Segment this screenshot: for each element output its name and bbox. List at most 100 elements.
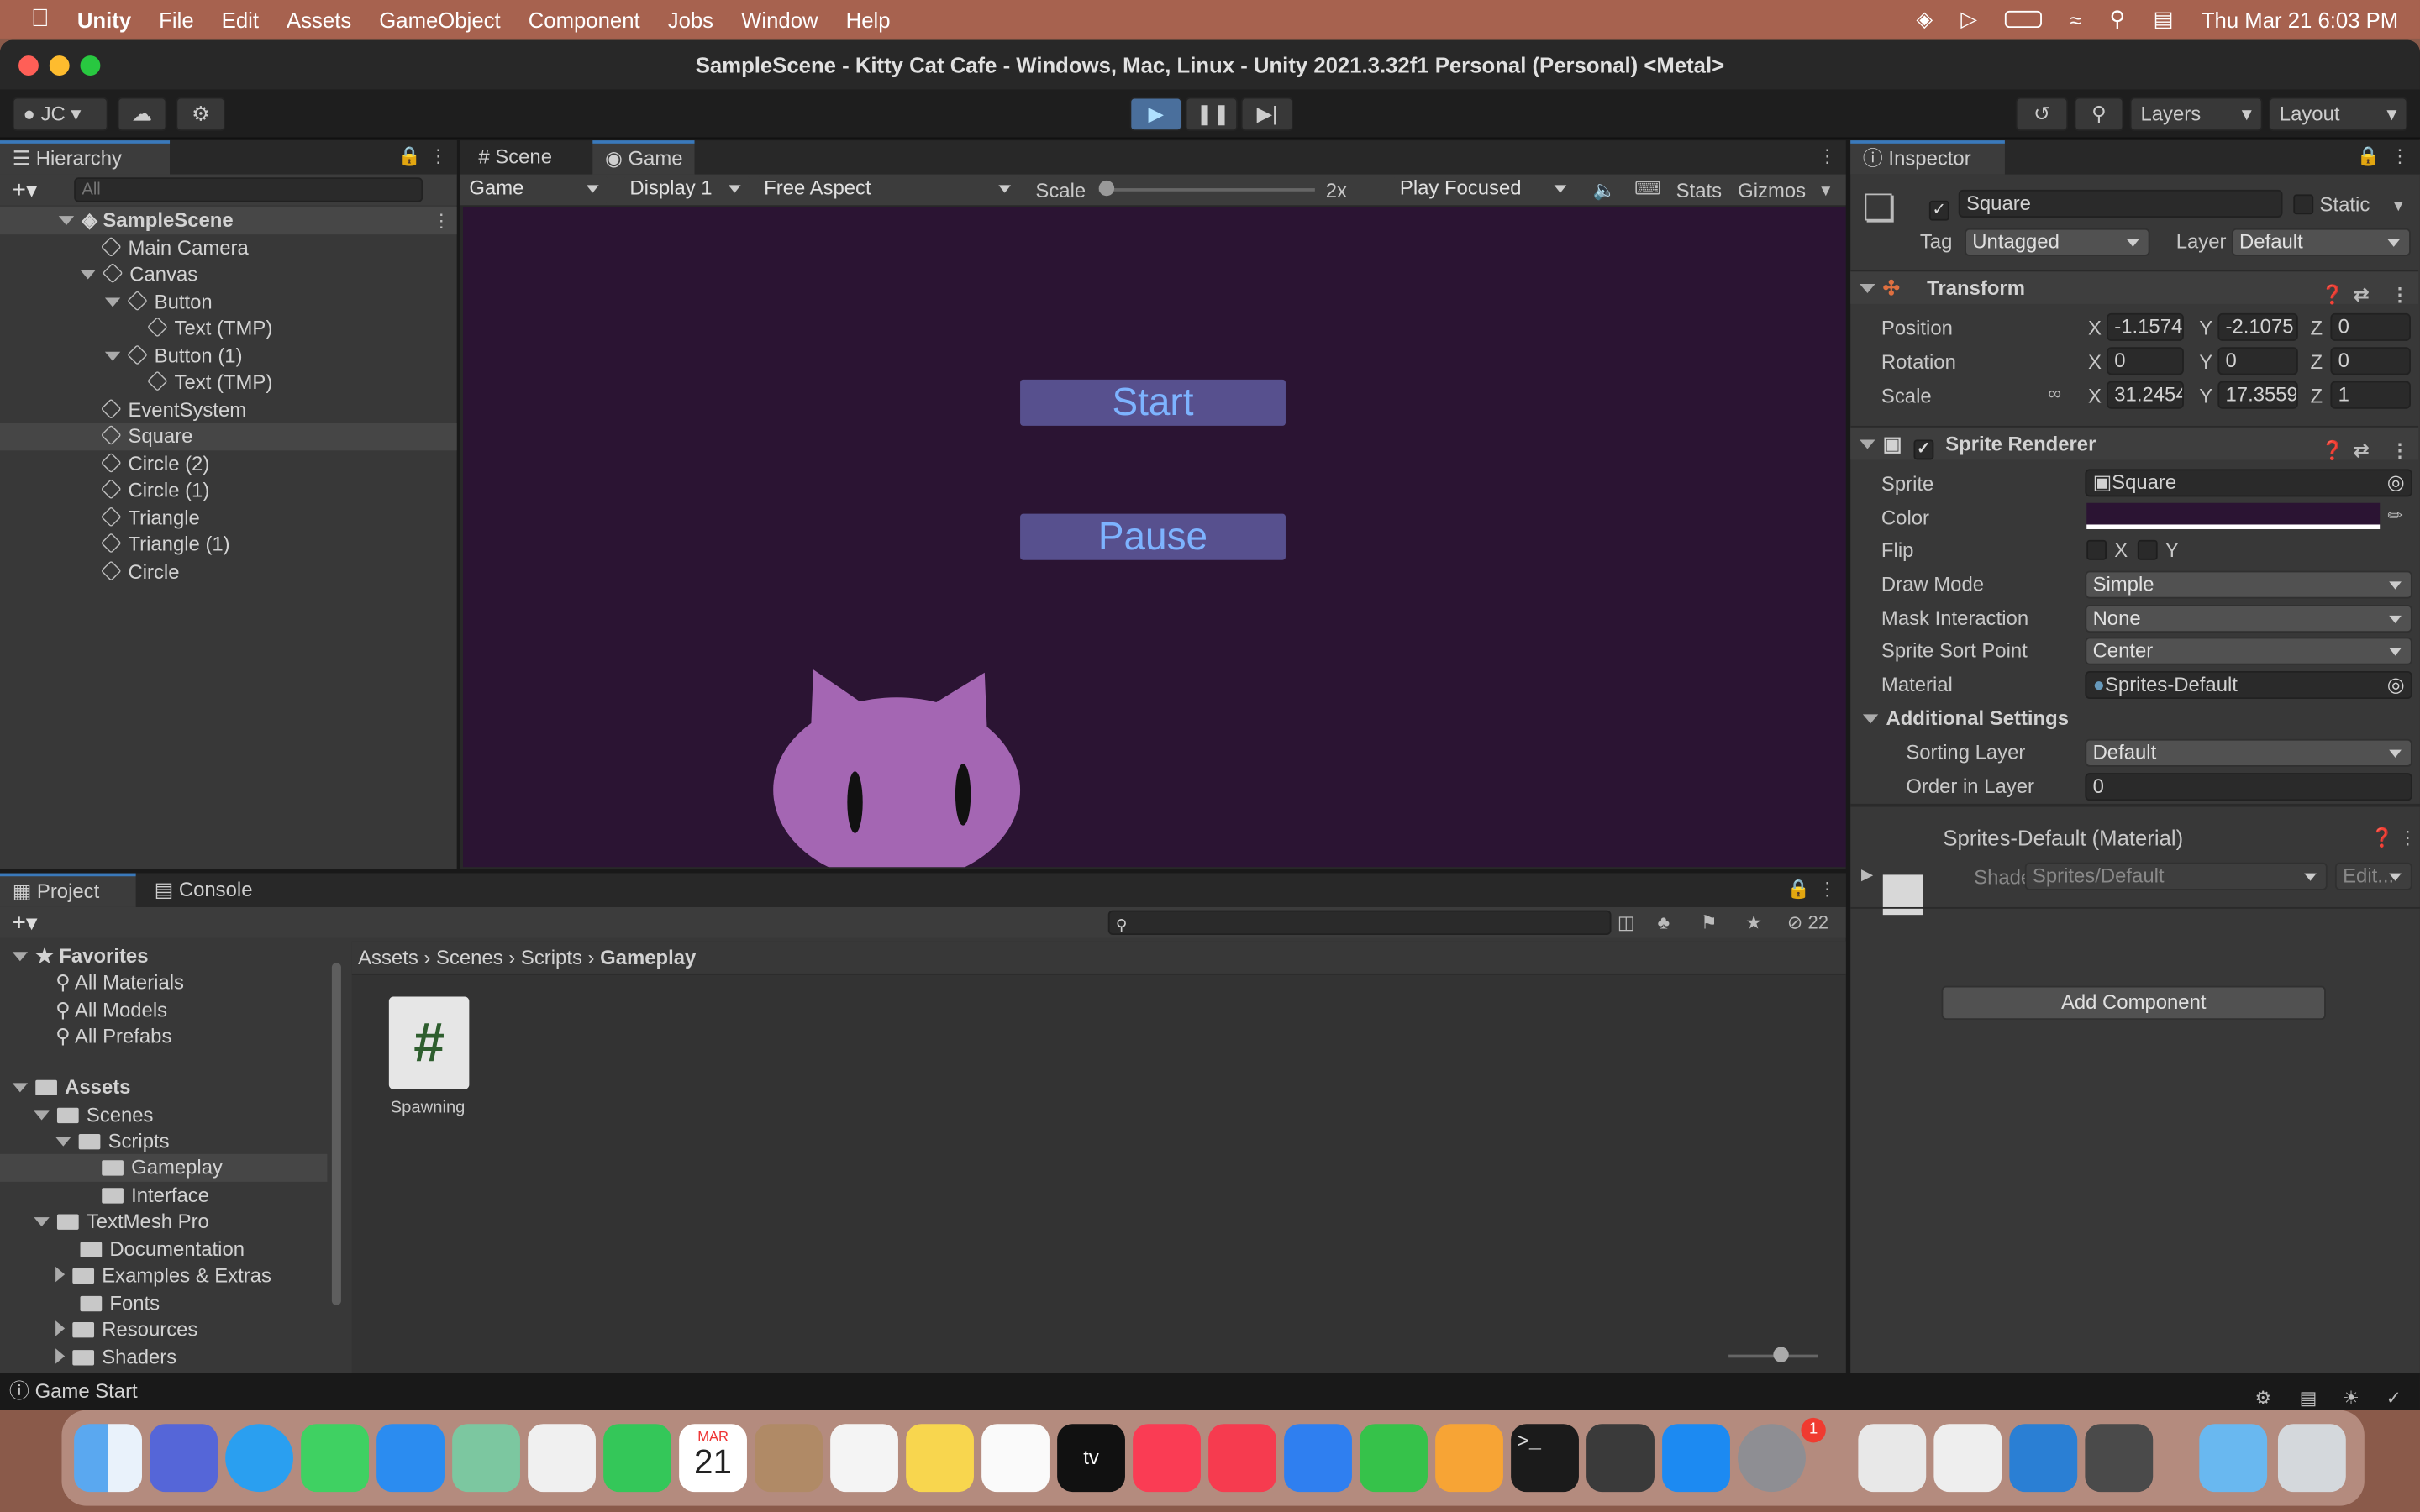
help-icon[interactable]: ❓ xyxy=(2321,433,2344,467)
color-swatch[interactable] xyxy=(2086,502,2381,529)
tab-project[interactable]: ▦ Project xyxy=(0,873,136,907)
scale-slider-thumb[interactable] xyxy=(1098,180,1115,197)
more-options-icon[interactable]: ⋮ xyxy=(2391,145,2409,167)
tree-scrollbar[interactable] xyxy=(331,963,341,1305)
sprite-field[interactable]: ▣Square ◎ xyxy=(2085,469,2412,497)
unity-hub-icon[interactable] xyxy=(1586,1424,1655,1493)
reminders-icon[interactable] xyxy=(830,1424,898,1493)
cache-server-icon[interactable]: ▤ xyxy=(2300,1379,2317,1410)
lock-icon[interactable]: 🔒 xyxy=(398,145,421,167)
component-menu-icon[interactable]: ⋮ xyxy=(2391,278,2409,312)
menu-gameobject[interactable]: GameObject xyxy=(379,7,500,31)
hierarchy-item-circle[interactable]: Circle xyxy=(100,559,179,585)
tab-hierarchy[interactable]: ☰ Hierarchy xyxy=(0,140,171,175)
expand-icon[interactable]: ▶ xyxy=(1861,867,1873,884)
cloud-icon[interactable]: ☁ xyxy=(117,97,167,132)
pause-game-button[interactable]: Pause xyxy=(1020,513,1286,560)
static-dropdown-icon[interactable]: ▾ xyxy=(2394,194,2403,216)
material-field[interactable]: ●Sprites-Default ◎ xyxy=(2085,670,2412,700)
breadcrumb-assets[interactable]: Assets xyxy=(358,946,418,969)
gizmos-chevron-icon[interactable]: ▾ xyxy=(1821,179,1830,201)
hierarchy-item-eventsystem[interactable]: EventSystem xyxy=(100,396,246,423)
constrain-proportions-icon[interactable]: ∞ xyxy=(2048,383,2061,405)
hierarchy-item-button[interactable]: Button xyxy=(104,288,213,314)
add-component-button[interactable]: Add Component xyxy=(1941,985,2326,1021)
play-button[interactable]: ▶ xyxy=(1129,97,1182,132)
gizmos-dropdown[interactable]: Gizmos xyxy=(1738,179,1806,202)
step-button[interactable]: ▶| xyxy=(1240,97,1294,132)
active-checkbox[interactable]: ✓ xyxy=(1928,193,1949,221)
system-settings-icon[interactable] xyxy=(1738,1424,1806,1493)
finder-icon[interactable] xyxy=(74,1424,142,1493)
spotlight-search-icon[interactable]: ⚲ xyxy=(2110,6,2126,32)
assets-foldout[interactable]: Assets xyxy=(12,1074,130,1100)
close-window-button[interactable] xyxy=(18,55,39,76)
shader-edit-button[interactable]: Edit... xyxy=(2334,862,2412,890)
rotation-x-field[interactable]: 0 xyxy=(2107,347,2184,375)
hierarchy-search-input[interactable] xyxy=(74,177,424,202)
order-in-layer-field[interactable]: 0 xyxy=(2085,773,2412,801)
sprite-renderer-enabled-checkbox[interactable]: ✓ xyxy=(1913,439,1934,460)
more-options-icon[interactable]: ⋮ xyxy=(1818,878,1837,900)
hierarchy-item-canvas[interactable]: Canvas xyxy=(80,260,198,286)
rotation-z-field[interactable]: 0 xyxy=(2330,347,2411,375)
wifi-icon[interactable]: ≈ xyxy=(2070,7,2081,31)
create-asset-button[interactable]: +▾ xyxy=(13,909,38,937)
game-mode-dropdown[interactable]: Game xyxy=(463,176,608,204)
hierarchy-item-square[interactable]: Square xyxy=(0,423,457,451)
expand-icon[interactable] xyxy=(104,351,121,361)
folder-interface[interactable]: Interface xyxy=(102,1182,209,1208)
play-focused-dropdown[interactable]: Play Focused xyxy=(1393,176,1576,204)
numbers-icon[interactable] xyxy=(1360,1424,1428,1493)
expand-icon[interactable] xyxy=(104,297,121,307)
calendar-icon[interactable]: MAR 21 xyxy=(679,1424,747,1493)
menu-edit[interactable]: Edit xyxy=(222,7,259,31)
contacts-icon[interactable] xyxy=(755,1424,823,1493)
component-menu-icon[interactable]: ⋮ xyxy=(2391,433,2409,467)
folder-scripts[interactable]: Scripts xyxy=(55,1128,170,1154)
scene-menu-icon[interactable]: ⋮ xyxy=(432,210,450,232)
rotation-y-field[interactable]: 0 xyxy=(2217,347,2298,375)
unity-status-icon[interactable]: ◈ xyxy=(1916,6,1933,32)
help-icon[interactable]: ❓ xyxy=(2370,827,2393,848)
menu-file[interactable]: File xyxy=(159,7,193,31)
more-options-icon[interactable]: ⋮ xyxy=(429,145,448,167)
position-z-field[interactable]: 0 xyxy=(2330,312,2411,341)
display-dropdown[interactable]: Display 1 xyxy=(623,176,750,204)
lock-icon[interactable]: 🔒 xyxy=(1787,878,1810,900)
tab-inspector[interactable]: ⓘ Inspector xyxy=(1850,140,2005,175)
hierarchy-item-text-tmp-1[interactable]: Text (TMP) xyxy=(146,369,272,395)
hierarchy-item-circle-1[interactable]: Circle (1) xyxy=(100,477,209,503)
layers-dropdown[interactable]: Layers ▾ xyxy=(2129,97,2263,132)
keynote-icon[interactable] xyxy=(1284,1424,1352,1493)
favorite-star-icon[interactable]: ★ xyxy=(1745,911,1762,933)
search-by-label-icon[interactable]: ♣ xyxy=(1658,911,1670,933)
breadcrumb-gameplay[interactable]: Gameplay xyxy=(600,946,696,969)
pause-button[interactable]: ❚❚ xyxy=(1185,97,1239,132)
menu-clock[interactable]: Thu Mar 21 6:03 PM xyxy=(2202,7,2398,31)
terminal-icon[interactable]: >_ xyxy=(1511,1424,1579,1493)
notes-icon[interactable] xyxy=(906,1424,974,1493)
tag-icon[interactable]: ⚑ xyxy=(1701,911,1718,933)
menu-window[interactable]: Window xyxy=(741,7,818,31)
collapse-icon[interactable] xyxy=(1860,283,1876,293)
unity-icon[interactable] xyxy=(2085,1424,2154,1493)
add-object-button[interactable]: +▾ xyxy=(13,176,38,203)
folder-fonts[interactable]: Fonts xyxy=(80,1289,160,1315)
transform-header[interactable]: ✣ Transform ❓ ⇄ ⋮ xyxy=(1850,270,2419,306)
object-name-input[interactable]: Square xyxy=(1958,189,2283,218)
stats-button[interactable]: Stats xyxy=(1676,179,1722,202)
menu-unity[interactable]: Unity xyxy=(77,7,131,31)
pages-icon[interactable] xyxy=(1435,1424,1503,1493)
messages-icon[interactable] xyxy=(301,1424,369,1493)
favorite-all-models[interactable]: ⚲ All Models xyxy=(55,997,167,1023)
eyedropper-icon[interactable]: ✏ xyxy=(2387,505,2402,527)
news-icon[interactable] xyxy=(1208,1424,1276,1493)
shader-dropdown[interactable]: Sprites/Default xyxy=(2024,862,2328,890)
apple-icon[interactable]:  xyxy=(31,5,50,33)
layout-dropdown[interactable]: Layout ▾ xyxy=(2268,97,2408,132)
menu-help[interactable]: Help xyxy=(846,7,891,31)
static-checkbox[interactable] xyxy=(2293,193,2314,217)
game-viewport[interactable]: Start Pause xyxy=(463,207,1846,868)
tab-console[interactable]: ▤ Console xyxy=(142,874,265,907)
